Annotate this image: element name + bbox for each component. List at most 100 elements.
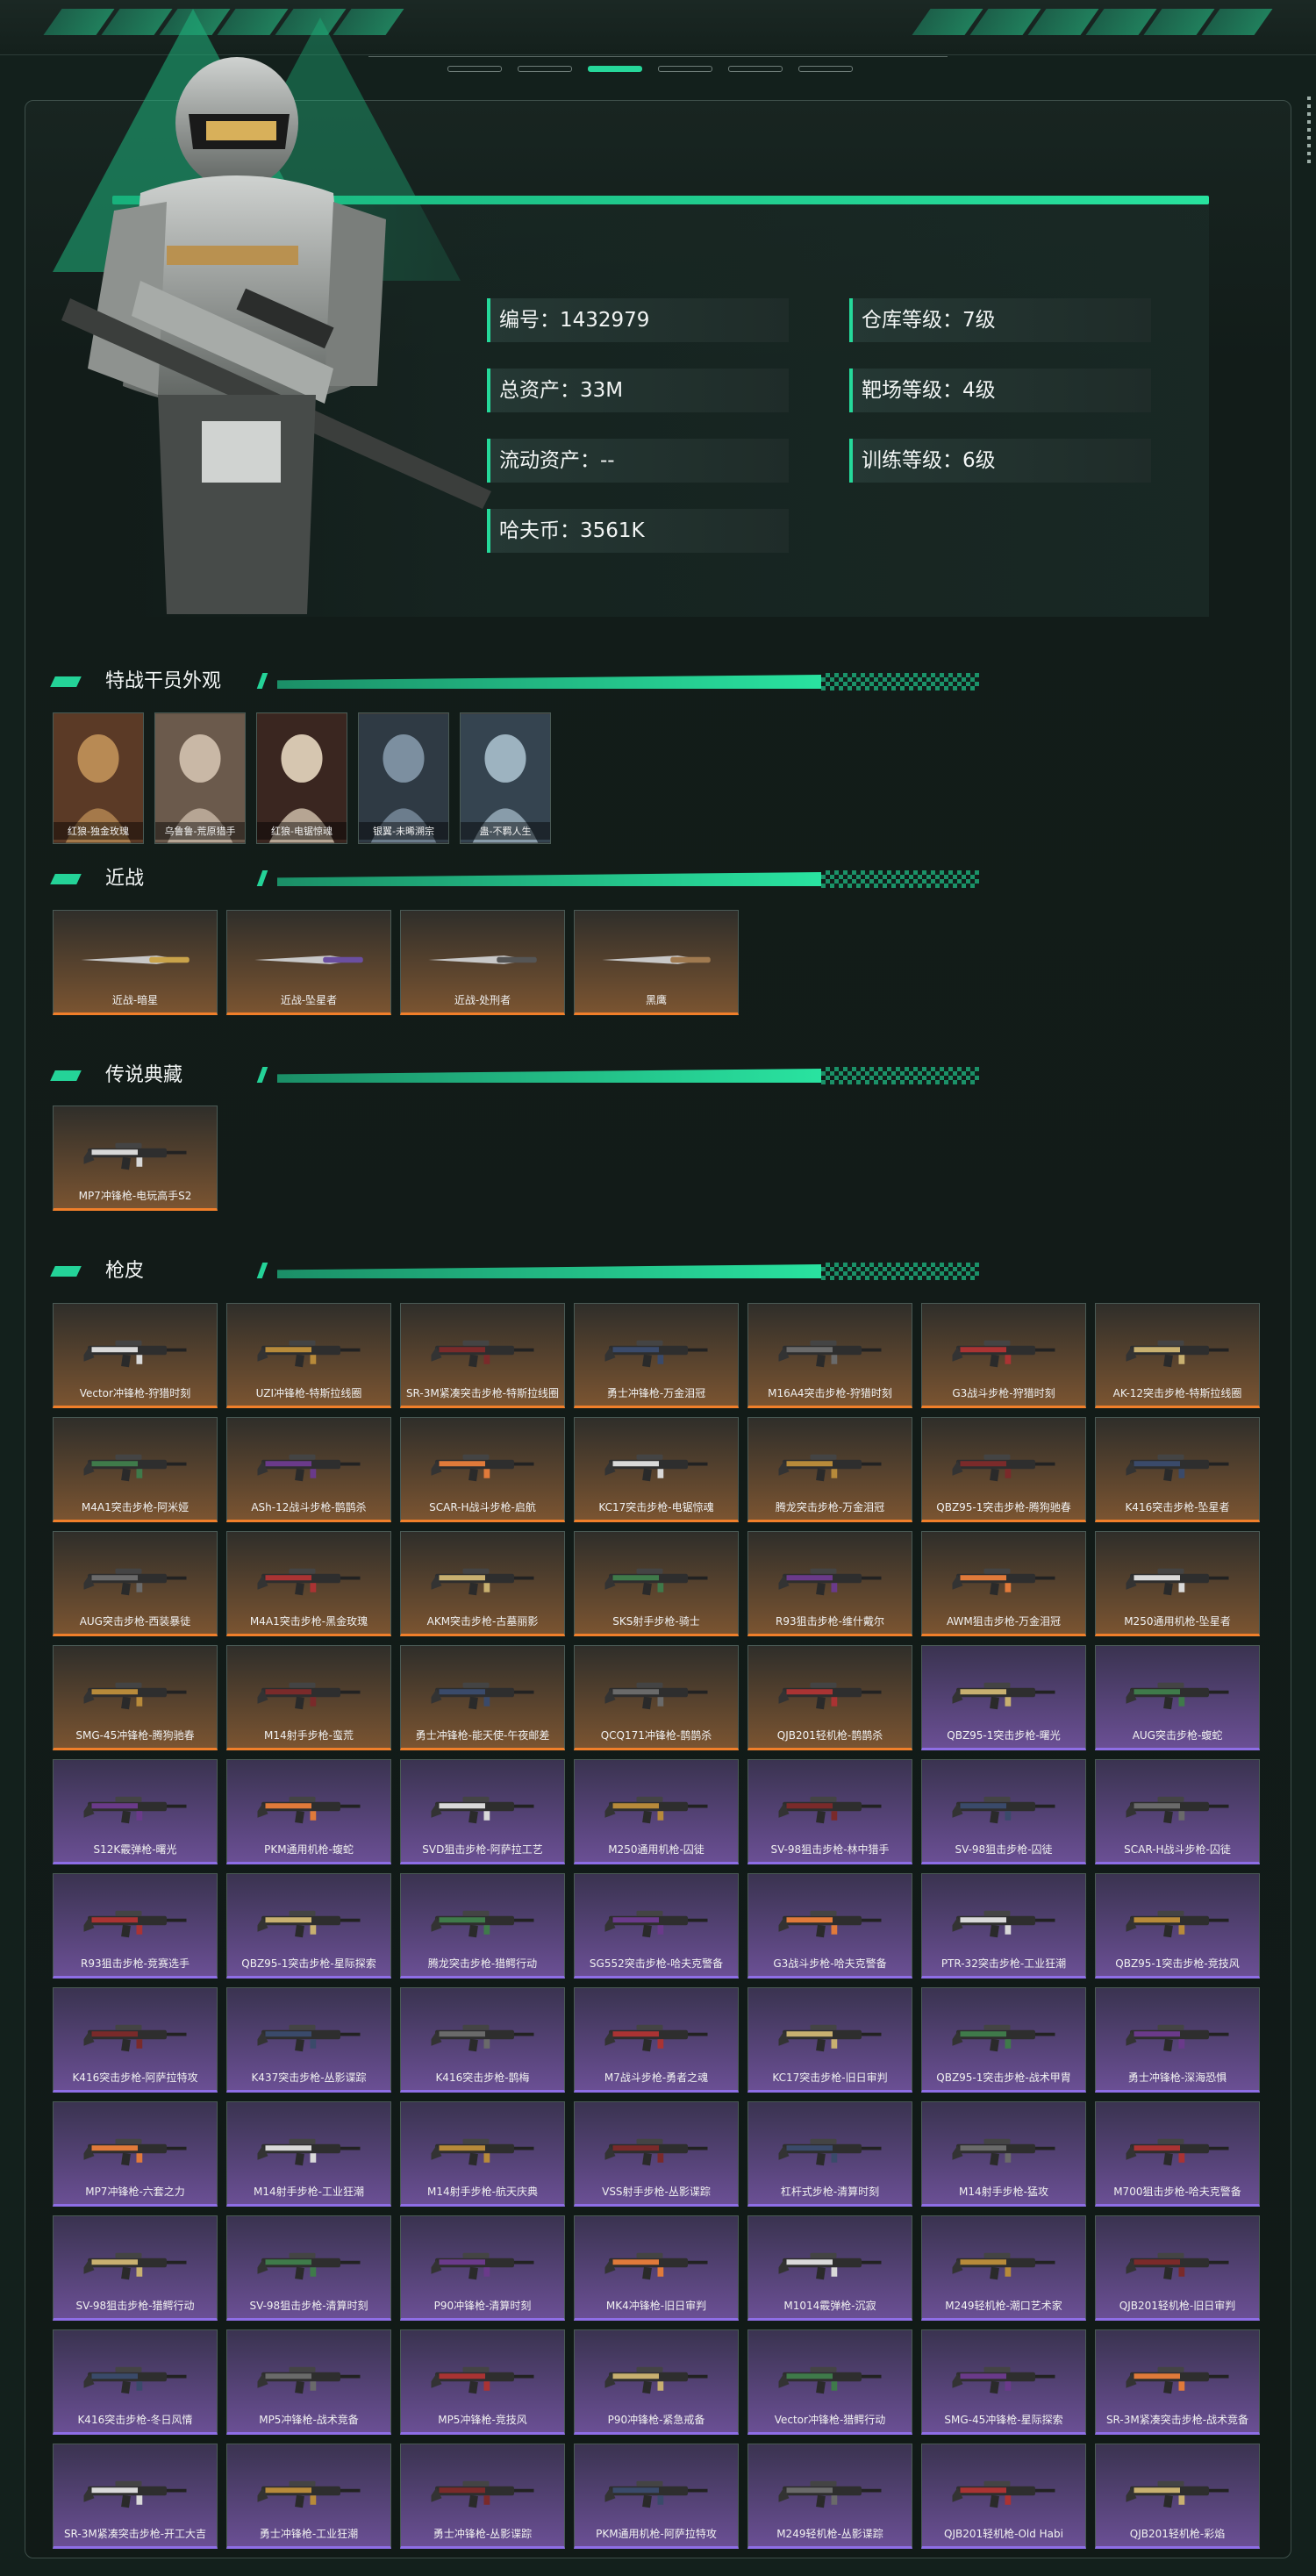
weapon-skin-card[interactable]: QBZ95-1突击步枪-腾狗驰春 — [921, 1417, 1086, 1522]
weapon-skin-card[interactable]: SKS射手步枪-骑士 — [574, 1531, 739, 1636]
weapon-skin-card[interactable]: Vector冲锋枪-狩猎时刻 — [53, 1303, 218, 1408]
weapon-skin-card[interactable]: AK-12突击步枪-特斯拉线圈 — [1095, 1303, 1260, 1408]
weapon-skin-card[interactable]: M249轻机枪-丛影谍踪 — [747, 2444, 912, 2549]
weapon-skin-card[interactable]: QBZ95-1突击步枪-竞技风 — [1095, 1873, 1260, 1979]
weapon-skin-card[interactable]: G3战斗步枪-哈夫克警备 — [747, 1873, 912, 1979]
weapon-image — [431, 2252, 534, 2279]
weapon-image — [604, 1682, 708, 1709]
weapon-skin-card[interactable]: SR-3M紧凑突击步枪-战术竞备 — [1095, 2329, 1260, 2435]
weapon-skin-card[interactable]: 腾龙突击步枪-猎鳄行动 — [400, 1873, 565, 1979]
weapon-skin-card[interactable]: QJB201轻机枪-鹊鹊杀 — [747, 1645, 912, 1750]
weapon-skin-card[interactable]: M1014霰弹枪-沉寂 — [747, 2215, 912, 2321]
weapon-skin-card[interactable]: K416突击步枪-冬日风情 — [53, 2329, 218, 2435]
weapon-skin-card[interactable]: SMG-45冲锋枪-腾狗驰春 — [53, 1645, 218, 1750]
scrollbar[interactable] — [1307, 97, 1311, 167]
weapon-skin-card[interactable]: M250通用机枪-囚徒 — [574, 1759, 739, 1864]
weapon-skin-card[interactable]: QJB201轻机枪-Old Habi — [921, 2444, 1086, 2549]
weapon-skin-card[interactable]: QBZ95-1突击步枪-战术甲胄 — [921, 1987, 1086, 2093]
weapon-skin-card[interactable]: AUG突击步枪-蝮蛇 — [1095, 1645, 1260, 1750]
weapon-skin-card[interactable]: SV-98狙击步枪-猎鳄行动 — [53, 2215, 218, 2321]
weapon-skin-card[interactable]: SCAR-H战斗步枪-启航 — [400, 1417, 565, 1522]
operator-skin-card[interactable]: 银翼-未晞溯宗 — [358, 712, 449, 844]
weapon-skin-card[interactable]: 勇士冲锋枪-万金泪冠 — [574, 1303, 739, 1408]
weapon-skin-card[interactable]: 勇士冲锋枪-工业狂潮 — [226, 2444, 391, 2549]
weapon-skin-card[interactable]: M250通用机枪-坠星者 — [1095, 1531, 1260, 1636]
weapon-skin-card[interactable]: P90冲锋枪-清算时刻 — [400, 2215, 565, 2321]
weapon-skin-card[interactable]: SVD狙击步枪-阿萨拉工艺 — [400, 1759, 565, 1864]
weapon-skin-card[interactable]: P90冲锋枪-紧急戒备 — [574, 2329, 739, 2435]
weapon-skin-card[interactable]: ASh-12战斗步枪-鹊鹊杀 — [226, 1417, 391, 1522]
operator-skin-card[interactable]: 红狼-电锯惊魂 — [256, 712, 347, 844]
weapon-skin-card[interactable]: MP5冲锋枪-竞技风 — [400, 2329, 565, 2435]
weapon-image — [83, 1568, 187, 1595]
card-label: 杠杆式步枪-清算时刻 — [780, 2186, 880, 2198]
weapon-skin-card[interactable]: M14射手步枪-工业狂潮 — [226, 2101, 391, 2207]
melee-card[interactable]: 黑鹰 — [574, 910, 739, 1015]
weapon-skin-card[interactable]: KC17突击步枪-旧日审判 — [747, 1987, 912, 2093]
weapon-skin-card[interactable]: M4A1突击步枪-黑金玫瑰 — [226, 1531, 391, 1636]
weapon-skin-card[interactable]: SMG-45冲锋枪-星际探索 — [921, 2329, 1086, 2435]
card-label: MP5冲锋枪-战术竞备 — [259, 2414, 359, 2426]
weapon-skin-card[interactable]: K416突击步枪-坠星者 — [1095, 1417, 1260, 1522]
melee-card[interactable]: 近战-坠星者 — [226, 910, 391, 1015]
weapon-skin-card[interactable]: UZI冲锋枪-特斯拉线圈 — [226, 1303, 391, 1408]
weapon-skin-card[interactable]: K437突击步枪-丛影谍踪 — [226, 1987, 391, 2093]
weapon-skin-card[interactable]: QJB201轻机枪-旧日审判 — [1095, 2215, 1260, 2321]
weapon-skin-card[interactable]: AUG突击步枪-西装暴徒 — [53, 1531, 218, 1636]
weapon-skin-card[interactable]: M16A4突击步枪-狩猎时刻 — [747, 1303, 912, 1408]
weapon-skin-card[interactable]: 腾龙突击步枪-万金泪冠 — [747, 1417, 912, 1522]
card-label: P90冲锋枪-紧急戒备 — [607, 2414, 705, 2426]
weapon-skin-card[interactable]: KC17突击步枪-电锯惊魂 — [574, 1417, 739, 1522]
weapon-skin-card[interactable]: PKM通用机枪-蝮蛇 — [226, 1759, 391, 1864]
weapon-image — [1126, 2024, 1229, 2051]
weapon-skin-card[interactable]: SG552突击步枪-哈夫克警备 — [574, 1873, 739, 1979]
operator-skin-card[interactable]: 红狼-独金玫瑰 — [53, 712, 144, 844]
weapon-skin-card[interactable]: R93狙击步枪-维什戴尔 — [747, 1531, 912, 1636]
weapon-skin-card[interactable]: K416突击步枪-鹊梅 — [400, 1987, 565, 2093]
weapon-skin-card[interactable]: M4A1突击步枪-阿米娅 — [53, 1417, 218, 1522]
weapon-skin-card[interactable]: AKM突击步枪-古墓丽影 — [400, 1531, 565, 1636]
weapon-skin-card[interactable]: Vector冲锋枪-猎鳄行动 — [747, 2329, 912, 2435]
operator-skin-card[interactable]: 蛊-不羁人生 — [460, 712, 551, 844]
weapon-skin-card[interactable]: M14射手步枪-蛮荒 — [226, 1645, 391, 1750]
weapon-skin-card[interactable]: M14射手步枪-航天庆典 — [400, 2101, 565, 2207]
weapon-skin-card[interactable]: VSS射手步枪-丛影谍踪 — [574, 2101, 739, 2207]
weapon-skin-card[interactable]: M14射手步枪-猛攻 — [921, 2101, 1086, 2207]
weapon-skin-card[interactable]: G3战斗步枪-狩猎时刻 — [921, 1303, 1086, 1408]
card-label: R93狙击步枪-维什戴尔 — [776, 1615, 884, 1628]
weapon-skin-card[interactable]: AWM狙击步枪-万金泪冠 — [921, 1531, 1086, 1636]
weapon-skin-card[interactable]: 勇士冲锋枪-丛影谍踪 — [400, 2444, 565, 2549]
weapon-skin-card[interactable]: M700狙击步枪-哈夫克警备 — [1095, 2101, 1260, 2207]
weapon-skin-card[interactable]: S12K霰弹枪-曙光 — [53, 1759, 218, 1864]
weapon-skin-card[interactable]: PTR-32突击步枪-工业狂潮 — [921, 1873, 1086, 1979]
melee-card[interactable]: 近战-暗星 — [53, 910, 218, 1015]
total-assets-stat: 总资产：33M — [487, 369, 789, 412]
weapon-skin-card[interactable]: 杠杆式步枪-清算时刻 — [747, 2101, 912, 2207]
weapon-skin-card[interactable]: MP5冲锋枪-战术竞备 — [226, 2329, 391, 2435]
weapon-skin-card[interactable]: MP7冲锋枪-六套之力 — [53, 2101, 218, 2207]
weapon-skin-card[interactable]: K416突击步枪-阿萨拉特攻 — [53, 1987, 218, 2093]
weapon-skin-card[interactable]: SCAR-H战斗步枪-囚徒 — [1095, 1759, 1260, 1864]
weapon-skin-card[interactable]: M7战斗步枪-勇者之魂 — [574, 1987, 739, 2093]
weapon-skin-card[interactable]: 勇士冲锋枪-能天使-午夜邮差 — [400, 1645, 565, 1750]
weapon-skin-card[interactable]: PKM通用机枪-阿萨拉特攻 — [574, 2444, 739, 2549]
weapon-image — [1126, 1796, 1229, 1823]
weapon-image — [778, 2138, 882, 2165]
weapon-skin-card[interactable]: SV-98狙击步枪-林中猎手 — [747, 1759, 912, 1864]
weapon-skin-card[interactable]: QJB201轻机枪-彩焰 — [1095, 2444, 1260, 2549]
weapon-skin-card[interactable]: QBZ95-1突击步枪-曙光 — [921, 1645, 1086, 1750]
weapon-skin-card[interactable]: SV-98狙击步枪-囚徒 — [921, 1759, 1086, 1864]
weapon-skin-card[interactable]: M249轻机枪-潮口艺术家 — [921, 2215, 1086, 2321]
weapon-skin-card[interactable]: SR-3M紧凑突击步枪-开工大吉 — [53, 2444, 218, 2549]
weapon-skin-card[interactable]: MK4冲锋枪-旧日审判 — [574, 2215, 739, 2321]
weapon-image — [257, 2366, 361, 2394]
weapon-skin-card[interactable]: 勇士冲锋枪-深海恐惧 — [1095, 1987, 1260, 2093]
weapon-skin-card[interactable]: SV-98狙击步枪-清算时刻 — [226, 2215, 391, 2321]
weapon-skin-card[interactable]: SR-3M紧凑突击步枪-特斯拉线圈 — [400, 1303, 565, 1408]
legend-weapon-card[interactable]: MP7冲锋枪-电玩高手S2 — [53, 1106, 218, 1211]
melee-card[interactable]: 近战-处刑者 — [400, 910, 565, 1015]
weapon-skin-card[interactable]: R93狙击步枪-竞赛选手 — [53, 1873, 218, 1979]
weapon-skin-card[interactable]: QCQ171冲锋枪-鹊鹊杀 — [574, 1645, 739, 1750]
operator-skin-card[interactable]: 乌鲁鲁-荒原猎手 — [154, 712, 246, 844]
weapon-skin-card[interactable]: QBZ95-1突击步枪-星际探索 — [226, 1873, 391, 1979]
